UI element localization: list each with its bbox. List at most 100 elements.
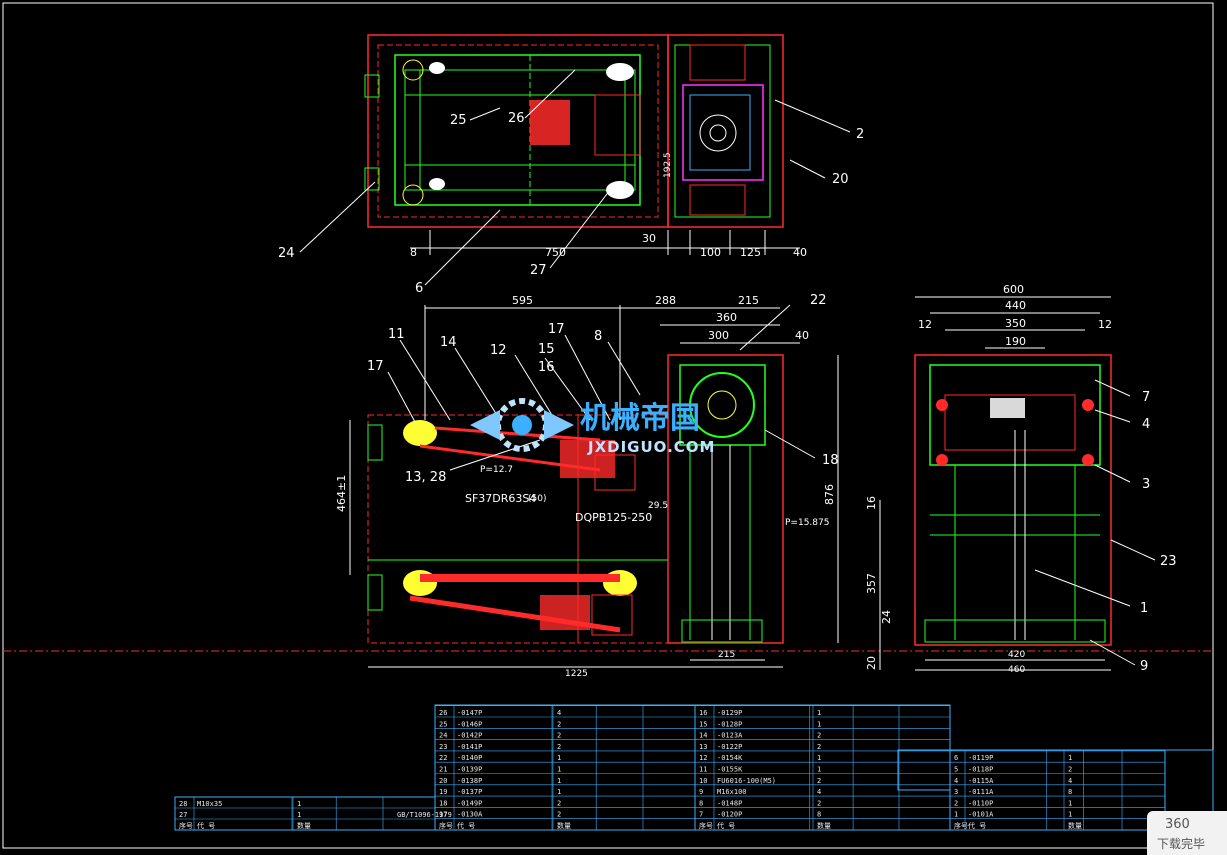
bom-cell-code: -0122P	[717, 743, 742, 751]
dim-357: 357	[865, 573, 878, 594]
bom-cell-code: M16x100	[717, 788, 747, 796]
dim-595: 595	[512, 294, 533, 307]
callout-4: 4	[1142, 417, 1150, 432]
bom-cell-code: -0111A	[968, 788, 994, 796]
bom-cell-code: -0101A	[968, 811, 994, 819]
bom-cell-qty: 1	[557, 754, 561, 762]
bom-cell-no: 24	[439, 732, 447, 740]
bom-cell-no: 序号	[954, 821, 968, 830]
bom-cell-no: 3	[954, 788, 958, 796]
bom-cell-qty: 8	[1068, 788, 1072, 796]
dim-100: 100	[700, 246, 721, 259]
front-view: 595 288 215 360 300 40 464±1 876 1225 21…	[335, 293, 839, 679]
bom-cell-qty: 1	[1068, 754, 1072, 762]
dim-40: 40	[793, 246, 807, 259]
bom-cell-qty: 2	[1068, 766, 1072, 774]
bom-cell-qty: 4	[817, 788, 821, 796]
bom-cell-code: -0140P	[457, 754, 482, 762]
callout-12: 12	[490, 343, 507, 358]
callout-16: 16	[538, 360, 555, 375]
bom-cell-qty: 2	[817, 777, 821, 785]
callout-26: 26	[508, 111, 525, 126]
note-motor: SF37DR63S4	[465, 492, 536, 505]
bom-cell-no: 13	[699, 743, 707, 751]
badge-360: 360	[1165, 817, 1190, 832]
bom-cell-no: 12	[699, 754, 707, 762]
callout-18: 18	[822, 453, 839, 468]
bom-cell-code: -0120P	[717, 811, 742, 819]
bom-cell-code: -0118P	[968, 766, 993, 774]
bom-cell-no: 4	[954, 777, 958, 785]
dim-29-5: 29.5	[648, 501, 668, 511]
bom-cell-code: 代 号	[968, 821, 986, 830]
dim-360: 360	[716, 311, 737, 324]
download-badge[interactable]: 360 下载完毕	[1147, 811, 1227, 855]
bom-cell-qty: 1	[557, 766, 561, 774]
bom-cell-no: 6	[954, 754, 958, 762]
bom-table: 28 M10x35 127 1 GB/T1096-1979序号代 号数量26 -0147P…	[174, 704, 1214, 831]
bom-cell-qty: 1	[557, 788, 561, 796]
top-view: 8 750 30 100 125 40 192.5 25 26 2 20 24 …	[278, 34, 864, 296]
bom-cell-code: -0138P	[457, 777, 482, 785]
bom-cell-qty: 2	[817, 743, 821, 751]
bom-cell-code: -0128P	[717, 720, 742, 728]
bom-cell-no: 26	[439, 709, 447, 717]
callout-24: 24	[278, 246, 295, 261]
bom-cell-qty: 1	[817, 754, 821, 762]
dim-440: 440	[1005, 299, 1026, 312]
dim-750: 750	[545, 246, 566, 259]
bom-cell-qty: 数量	[557, 821, 571, 830]
bom-cell-no: 15	[699, 720, 707, 728]
dim-192: 192.5	[663, 152, 673, 178]
bom-cell-qty: 2	[557, 732, 561, 740]
callout-17-mid: 17	[548, 322, 565, 337]
bom-cell-code: -0148P	[717, 799, 742, 807]
bom-cell-code: -0147P	[457, 709, 482, 717]
badge-download-text: 下载完毕	[1157, 837, 1206, 851]
bom-cell-no: 21	[439, 766, 447, 774]
bom-cell-qty: 1	[1068, 811, 1072, 819]
bom-cell-code: 代 号	[197, 821, 215, 830]
bom-cell-no: 22	[439, 754, 447, 762]
dim-12-left: 12	[918, 318, 932, 331]
bom-cell-code: -0119P	[968, 754, 993, 762]
bom-cell-no: 11	[699, 766, 707, 774]
bom-cell-no: 序号	[179, 821, 193, 830]
note-pitch-15: P=15.875	[785, 518, 829, 528]
dim-8: 8	[410, 246, 417, 259]
dim-460: 460	[1008, 665, 1025, 675]
callout-15: 15	[538, 342, 555, 357]
callout-23: 23	[1160, 554, 1177, 569]
bom-cell-qty: 2	[557, 799, 561, 807]
bom-cell-qty: 2	[817, 799, 821, 807]
bom-cell-qty: 2	[557, 811, 561, 819]
bom-cell-qty: 2	[557, 720, 561, 728]
watermark-title: 机械帝国	[580, 401, 700, 436]
dim-215-bottom: 215	[718, 650, 735, 660]
bom-cell-qty: 1	[297, 811, 301, 819]
bom-cell-code: M10x35	[197, 800, 222, 808]
dim-1225: 1225	[565, 669, 588, 679]
bom-cell-no: 17	[439, 811, 447, 819]
dim-12-right: 12	[1098, 318, 1112, 331]
bom-cell-no: 27	[179, 811, 187, 819]
bom-cell-code: -0155K	[717, 766, 743, 774]
bom-cell-code: -0141P	[457, 743, 482, 751]
callout-13-28: 13, 28	[405, 470, 446, 485]
bom-cell-code: -0137P	[457, 788, 482, 796]
note-pitch-12-7: P=12.7	[480, 465, 513, 475]
callout-14: 14	[440, 335, 457, 350]
callout-22: 22	[810, 293, 827, 308]
dim-288: 288	[655, 294, 676, 307]
callout-20: 20	[832, 172, 849, 187]
bom-cell-qty: 数量	[1068, 821, 1082, 830]
bom-cell-no: 18	[439, 799, 447, 807]
callout-17-left: 17	[367, 359, 384, 374]
bom-cell-qty: 数量	[817, 821, 831, 830]
bom-cell-qty: 1	[817, 766, 821, 774]
bom-cell-no: 9	[699, 788, 703, 796]
dim-464: 464±1	[335, 475, 348, 512]
bom-cell-qty: 1	[817, 709, 821, 717]
bom-cell-no: 1	[954, 811, 958, 819]
callout-11: 11	[388, 327, 405, 342]
